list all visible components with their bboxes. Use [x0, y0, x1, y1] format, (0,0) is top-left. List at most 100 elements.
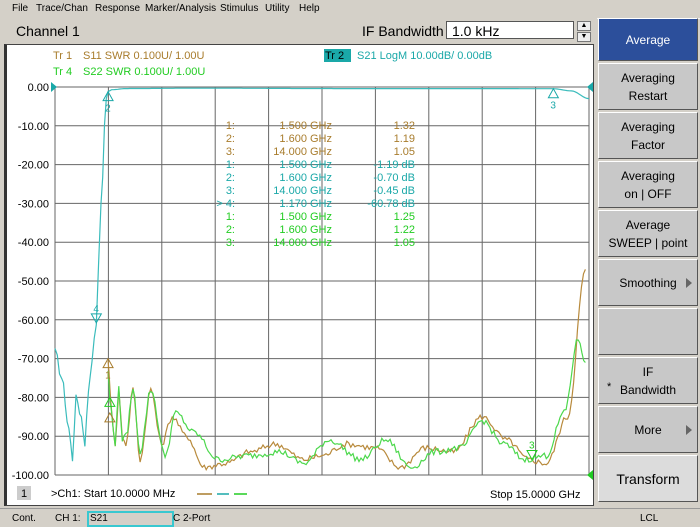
marker-id: 3:	[226, 146, 235, 158]
softkey-label: Averaging	[621, 70, 675, 85]
spin-down-icon[interactable]: ▼	[577, 32, 591, 42]
channel-bar: Channel 1 IF Bandwidth 1.0 kHz ▲ ▼	[0, 18, 597, 44]
trace-4-format: S22 SWR 0.100U/ 1.00U	[83, 66, 205, 78]
if-bandwidth-spinner[interactable]: ▲ ▼	[577, 21, 591, 42]
softkey-4[interactable]: Averaging on | OFF	[598, 161, 698, 208]
marker-value: 1.22	[394, 224, 415, 236]
softkey-2[interactable]: Averaging Restart	[598, 63, 698, 110]
softkey-label: Average	[625, 32, 671, 47]
softkey-label: Averaging	[621, 168, 675, 183]
softkey-10[interactable]: Transform	[598, 455, 698, 502]
marker-frequency: 1.170 GHz	[279, 198, 332, 210]
y-tick-label: -10.00	[18, 121, 49, 133]
if-bandwidth-label: IF Bandwidth	[362, 23, 444, 39]
marker-3-s21-label: 3	[550, 101, 556, 112]
menu-help[interactable]: Help	[299, 3, 320, 14]
marker-frequency: 14.000 GHz	[273, 237, 332, 249]
spin-up-icon[interactable]: ▲	[577, 21, 591, 31]
channel-title: Channel 1	[16, 23, 80, 39]
menu-utility[interactable]: Utility	[265, 3, 289, 14]
softkey-label: Smoothing	[619, 275, 677, 290]
marker-table: 1: 1.500 GHz 1.32 2: 1.600 GHz 1.19 3: 14.000 G…	[216, 120, 415, 249]
marker-frequency: 1.600 GHz	[279, 172, 332, 184]
marker-frequency: 1.500 GHz	[279, 211, 332, 223]
trace-1-format: S11 SWR 0.100U/ 1.00U	[83, 50, 205, 62]
marker-frequency: 1.600 GHz	[279, 224, 332, 236]
status-bar: Cont. CH 1: S21 C 2-Port LCL	[0, 508, 700, 527]
start-frequency[interactable]: >Ch1: Start 10.0000 MHz	[51, 488, 175, 500]
softkey-9[interactable]: More	[598, 406, 698, 453]
menu-stimulus[interactable]: Stimulus	[220, 3, 258, 14]
menu-trace-chan[interactable]: Trace/Chan	[36, 3, 88, 14]
stop-frequency[interactable]: Stop 15.0000 GHz	[490, 489, 581, 501]
trace-2-header[interactable]: Tr 2	[325, 50, 344, 62]
marker-1-s11-label: 1	[105, 371, 111, 382]
if-bandwidth-input[interactable]: 1.0 kHz	[446, 21, 574, 39]
marker-id: 2:	[226, 224, 235, 236]
marker-id: 2:	[226, 133, 235, 145]
marker-id: 1:	[226, 211, 235, 223]
marker-value: -0.70 dB	[373, 172, 415, 184]
calibration-status: C 2-Port	[173, 513, 211, 524]
softkey-8[interactable]: IF Bandwidth *	[598, 357, 698, 404]
marker-id: 3:	[226, 185, 235, 197]
marker-1-s21-label: 2	[105, 104, 111, 115]
marker-value: 1.19	[394, 133, 415, 145]
local-status: LCL	[640, 513, 659, 524]
y-tick-label: -40.00	[18, 237, 49, 249]
marker-3-s21	[547, 87, 560, 99]
softkey-label-line2: Bandwidth	[619, 382, 677, 397]
marker-frequency: 1.600 GHz	[279, 133, 332, 145]
y-tick-label: -70.00	[18, 354, 49, 366]
marker-frequency: 14.000 GHz	[273, 185, 332, 197]
marker-value: -1.19 dB	[373, 159, 415, 171]
marker-value: 1.25	[394, 211, 415, 223]
softkey-label-line2: Factor	[630, 137, 665, 152]
softkey-label: More	[634, 422, 662, 437]
channel-number: 1	[21, 488, 27, 500]
menu-response[interactable]: Response	[95, 3, 140, 14]
trace-line-3	[107, 339, 586, 469]
trace-plot[interactable]: 0.00 -10.00 -20.00 -30.00 -40.00 -50.00 -60.00…	[7, 45, 594, 505]
marker-2-s11	[104, 411, 116, 423]
active-indicator-icon: *	[607, 381, 612, 393]
y-tick-label: 0.00	[28, 82, 49, 94]
menu-marker-analysis[interactable]: Marker/Analysis	[145, 3, 216, 14]
trace-line-2	[107, 269, 586, 472]
marker-value: 1.05	[394, 146, 415, 158]
marker-value: 1.32	[394, 120, 415, 132]
channel-label: CH 1:	[55, 513, 81, 524]
y-tick-label: -80.00	[18, 392, 49, 404]
marker-id: 1:	[226, 159, 235, 171]
reference-level-arrow-right-icon	[587, 82, 593, 92]
y-tick-label: -100.00	[12, 470, 49, 482]
marker-id: > 4:	[216, 198, 235, 210]
menu-file[interactable]: File	[12, 3, 28, 14]
y-tick-label: -50.00	[18, 276, 49, 288]
softkey-1[interactable]: Average	[598, 18, 698, 61]
softkey-label: Transform	[616, 470, 680, 487]
marker-frequency: 14.000 GHz	[273, 146, 332, 158]
submenu-arrow-icon	[686, 277, 692, 288]
marker-id: 1:	[226, 120, 235, 132]
marker-id: 2:	[226, 172, 235, 184]
trace-1-header[interactable]: Tr 1	[53, 50, 72, 62]
softkey-5[interactable]: Average SWEEP | point	[598, 210, 698, 257]
menu-bar: File Trace/Chan Response Marker/Analysis…	[0, 0, 700, 19]
softkey-label-line2: Restart	[628, 88, 668, 103]
trace-4-header[interactable]: Tr 4	[53, 66, 72, 78]
trace-2-format: S21 LogM 10.00dB/ 0.00dB	[357, 50, 492, 62]
chart-area[interactable]: 0.00 -10.00 -20.00 -30.00 -40.00 -50.00 -60.00…	[4, 44, 594, 506]
softkey-7[interactable]	[598, 308, 698, 355]
softkey-label-line2: SWEEP | point	[608, 235, 688, 250]
softkey-label: IF	[642, 364, 654, 379]
softkey-6[interactable]: Smoothing	[598, 259, 698, 306]
marker-value: -0.45 dB	[373, 185, 415, 197]
softkey-3[interactable]: Averaging Factor	[598, 112, 698, 159]
softkey-label: Average	[625, 217, 671, 232]
submenu-arrow-icon	[686, 424, 692, 435]
marker-value: 1.05	[394, 237, 415, 249]
y-tick-label: -30.00	[18, 198, 49, 210]
y-tick-label: -60.00	[18, 315, 49, 327]
marker-id: 3:	[226, 237, 235, 249]
